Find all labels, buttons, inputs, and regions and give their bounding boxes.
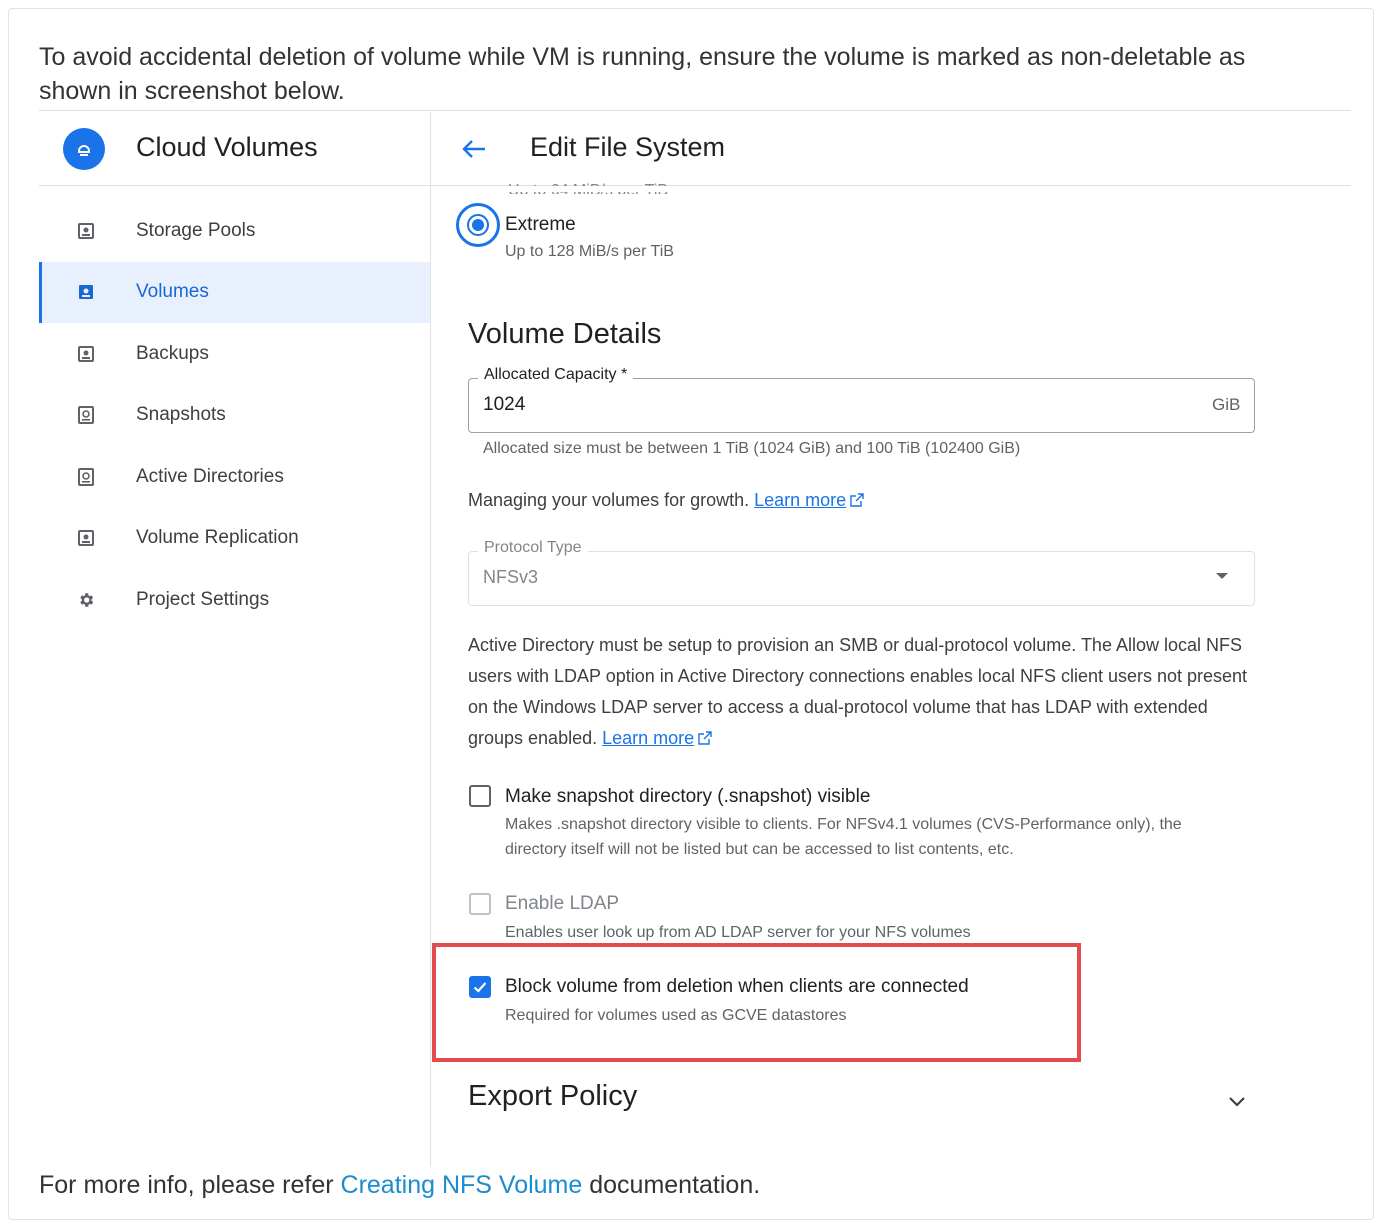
volume-replication-icon: [78, 530, 94, 547]
sidebar-item-label: Storage Pools: [136, 219, 256, 241]
radio-label: Extreme: [505, 214, 576, 235]
enable-ldap-label: Enable LDAP: [505, 893, 620, 914]
active-directories-icon: [78, 467, 94, 486]
capacity-hint: Allocated size must be between 1 TiB (10…: [483, 440, 1021, 457]
radio-description: Up to 128 MiB/s per TiB: [505, 243, 674, 260]
screenshot-top-border: [39, 110, 1351, 111]
sidebar-item-label: Volume Replication: [136, 527, 299, 549]
active-directory-info: Active Directory must be setup to provis…: [468, 630, 1258, 754]
page-title: Edit File System: [530, 132, 726, 162]
growth-text: Managing your volumes for growth. Learn …: [468, 490, 864, 511]
sidebar-item-label: Snapshots: [136, 404, 226, 426]
sidebar-vertical-divider: [430, 112, 431, 1167]
sidebar-item-label: Active Directories: [136, 465, 284, 487]
snapshot-visible-checkbox[interactable]: [469, 785, 491, 807]
service-level-radio-extreme[interactable]: [456, 203, 500, 247]
sidebar-item-label: Project Settings: [136, 588, 270, 610]
sidebar-item-volumes[interactable]: Volumes: [39, 261, 430, 323]
gear-icon: [80, 593, 94, 607]
capacity-unit-suffix: GiB: [1212, 395, 1241, 414]
snapshot-visible-label: Make snapshot directory (.snapshot) visi…: [505, 786, 871, 807]
external-link-icon: [850, 493, 864, 507]
chevron-down-icon[interactable]: [1226, 1090, 1248, 1112]
protocol-type-select[interactable]: [468, 551, 1255, 606]
radio-inner: [467, 214, 489, 236]
back-arrow-icon[interactable]: [459, 134, 489, 164]
snapshots-icon: [78, 406, 94, 425]
outro-suffix: documentation.: [582, 1171, 761, 1199]
sidebar-item-snapshots[interactable]: Snapshots: [39, 385, 430, 447]
allocated-capacity-input[interactable]: [468, 378, 1255, 433]
allocated-capacity-value: 1024: [483, 394, 526, 415]
sidebar-header: Cloud Volumes: [39, 112, 429, 186]
snapshot-visible-description: Makes .snapshot directory visible to cli…: [505, 816, 1182, 858]
enable-ldap-checkbox[interactable]: [469, 893, 491, 915]
cloud-volumes-logo-icon: [63, 128, 105, 170]
sidebar-item-storage-pools[interactable]: Storage Pools: [39, 200, 430, 262]
intro-text: To avoid accidental deletion of volume w…: [39, 43, 1246, 105]
outro-prefix: For more info, please refer: [39, 1171, 341, 1199]
radio-dot: [472, 219, 484, 231]
red-highlight-box: [432, 943, 1081, 1062]
sidebar-item-label: Volumes: [136, 281, 209, 303]
growth-text-body: Managing your volumes for growth.: [468, 490, 755, 510]
creating-nfs-volume-link[interactable]: Creating NFS Volume: [341, 1171, 583, 1199]
sidebar-item-active-directories[interactable]: Active Directories: [39, 446, 430, 508]
allocated-capacity-label: Allocated Capacity *: [478, 366, 634, 384]
storage-pools-icon: [78, 222, 94, 239]
enable-ldap-description: Enables user look up from AD LDAP server…: [505, 924, 971, 941]
dropdown-caret-icon: [1216, 573, 1228, 579]
ad-learn-more-link[interactable]: Learn more: [602, 728, 694, 748]
growth-learn-more-link[interactable]: Learn more: [754, 490, 846, 510]
sidebar-nav: Storage Pools Volumes Backups Snapshots …: [39, 200, 430, 631]
sidebar-divider: [39, 185, 430, 186]
sidebar-item-project-settings[interactable]: Project Settings: [39, 569, 430, 631]
outro-text: For more info, please refer Creating NFS…: [39, 1168, 760, 1202]
volumes-icon: [79, 285, 93, 300]
volume-details-heading: Volume Details: [468, 318, 662, 350]
sidebar-item-label: Backups: [136, 342, 209, 364]
export-policy-heading: Export Policy: [468, 1080, 638, 1112]
sidebar-item-volume-replication[interactable]: Volume Replication: [39, 508, 430, 570]
active-directory-info-text: Active Directory must be setup to provis…: [468, 635, 1248, 748]
sidebar-item-backups[interactable]: Backups: [39, 323, 430, 385]
app-title: Cloud Volumes: [136, 132, 318, 162]
protocol-type-value: NFSv3: [483, 567, 539, 587]
scroll-clip: [431, 186, 1351, 192]
external-link-icon: [698, 731, 712, 745]
main-header: Edit File System: [431, 112, 1351, 186]
protocol-type-label: Protocol Type: [478, 539, 588, 557]
backups-icon: [78, 345, 94, 362]
